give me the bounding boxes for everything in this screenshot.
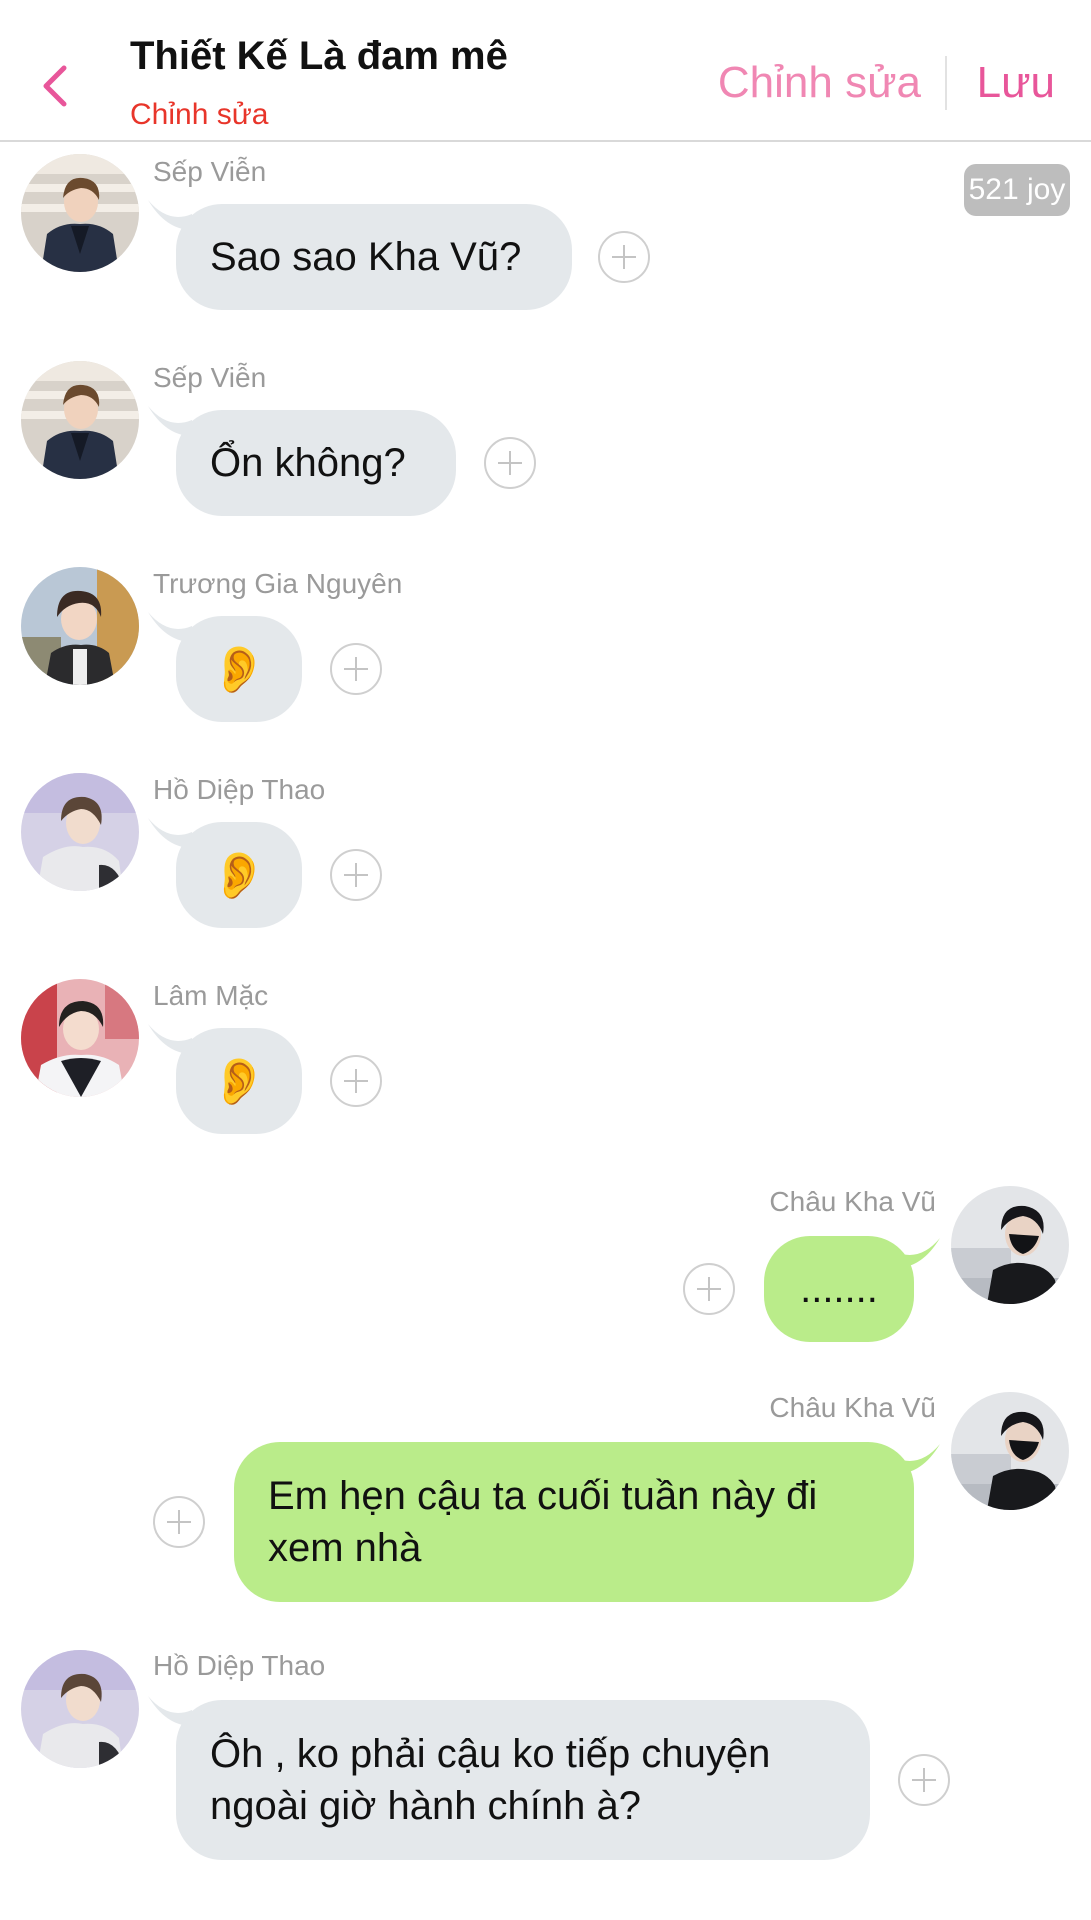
message-text: ....... <box>800 1267 878 1311</box>
add-reaction-button[interactable] <box>330 1055 382 1107</box>
sender-name: Châu Kha Vũ <box>769 1186 936 1217</box>
save-button[interactable]: Lưu <box>977 58 1055 108</box>
sender-name: Sếp Viễn <box>153 362 267 393</box>
add-reaction-button[interactable] <box>484 437 536 489</box>
add-reaction-button[interactable] <box>898 1754 950 1806</box>
avatar-ho-diep-thao[interactable] <box>21 773 139 891</box>
sender-name: Hồ Diệp Thao <box>153 774 326 805</box>
ear-emoji: 👂 <box>210 643 268 695</box>
ear-emoji: 👂 <box>210 849 268 901</box>
message-bubble[interactable]: 👂 <box>176 616 302 722</box>
add-reaction-button[interactable] <box>598 231 650 283</box>
message-list[interactable]: 521 joy Sếp Viễn Sao sao Kha Vũ? Sếp Viễ… <box>0 142 1091 1920</box>
avatar-ho-diep-thao[interactable] <box>21 1650 139 1768</box>
message-bubble[interactable]: 👂 <box>176 822 302 928</box>
add-reaction-button[interactable] <box>330 643 382 695</box>
chat-subtitle[interactable]: Chỉnh sửa <box>130 98 269 132</box>
joy-badge[interactable]: 521 joy <box>964 164 1070 216</box>
back-button[interactable] <box>34 56 78 116</box>
message-bubble[interactable]: Em hẹn cậu ta cuối tuần này đi xem nhà <box>234 1442 914 1602</box>
message-bubble[interactable]: Ôh , ko phải cậu ko tiếp chuyện ngoài gi… <box>176 1700 870 1860</box>
sender-name: Hồ Diệp Thao <box>153 1650 326 1681</box>
header-divider <box>945 56 947 110</box>
avatar-lam-mac[interactable] <box>21 979 139 1097</box>
avatar-sep-vien[interactable] <box>21 154 139 272</box>
avatar-chau-kha-vu[interactable] <box>951 1392 1069 1510</box>
avatar-truong-gia-nguyen[interactable] <box>21 567 139 685</box>
chevron-left-icon <box>43 65 67 107</box>
add-reaction-button[interactable] <box>153 1496 205 1548</box>
chat-header: Thiết Kế Là đam mê Chỉnh sửa Chỉnh sửa L… <box>0 0 1091 142</box>
sender-name: Châu Kha Vũ <box>769 1392 936 1423</box>
message-text: Em hẹn cậu ta cuối tuần này đi xem nhà <box>268 1474 818 1570</box>
ear-emoji: 👂 <box>210 1055 268 1107</box>
add-reaction-button[interactable] <box>683 1263 735 1315</box>
avatar-chau-kha-vu[interactable] <box>951 1186 1069 1304</box>
sender-name: Trương Gia Nguyên <box>153 568 403 599</box>
avatar-sep-vien[interactable] <box>21 361 139 479</box>
message-bubble[interactable]: Ổn không? <box>176 410 456 516</box>
message-bubble[interactable]: Sao sao Kha Vũ? <box>176 204 572 310</box>
sender-name: Sếp Viễn <box>153 156 267 187</box>
edit-button[interactable]: Chỉnh sửa <box>718 58 921 108</box>
message-bubble[interactable]: 👂 <box>176 1028 302 1134</box>
message-bubble[interactable]: ....... <box>764 1236 914 1342</box>
sender-name: Lâm Mặc <box>153 980 269 1011</box>
message-text: Ôh , ko phải cậu ko tiếp chuyện ngoài gi… <box>210 1732 771 1828</box>
message-text: Ổn không? <box>210 441 406 485</box>
chat-title: Thiết Kế Là đam mê <box>130 34 508 78</box>
add-reaction-button[interactable] <box>330 849 382 901</box>
message-text: Sao sao Kha Vũ? <box>210 235 522 279</box>
